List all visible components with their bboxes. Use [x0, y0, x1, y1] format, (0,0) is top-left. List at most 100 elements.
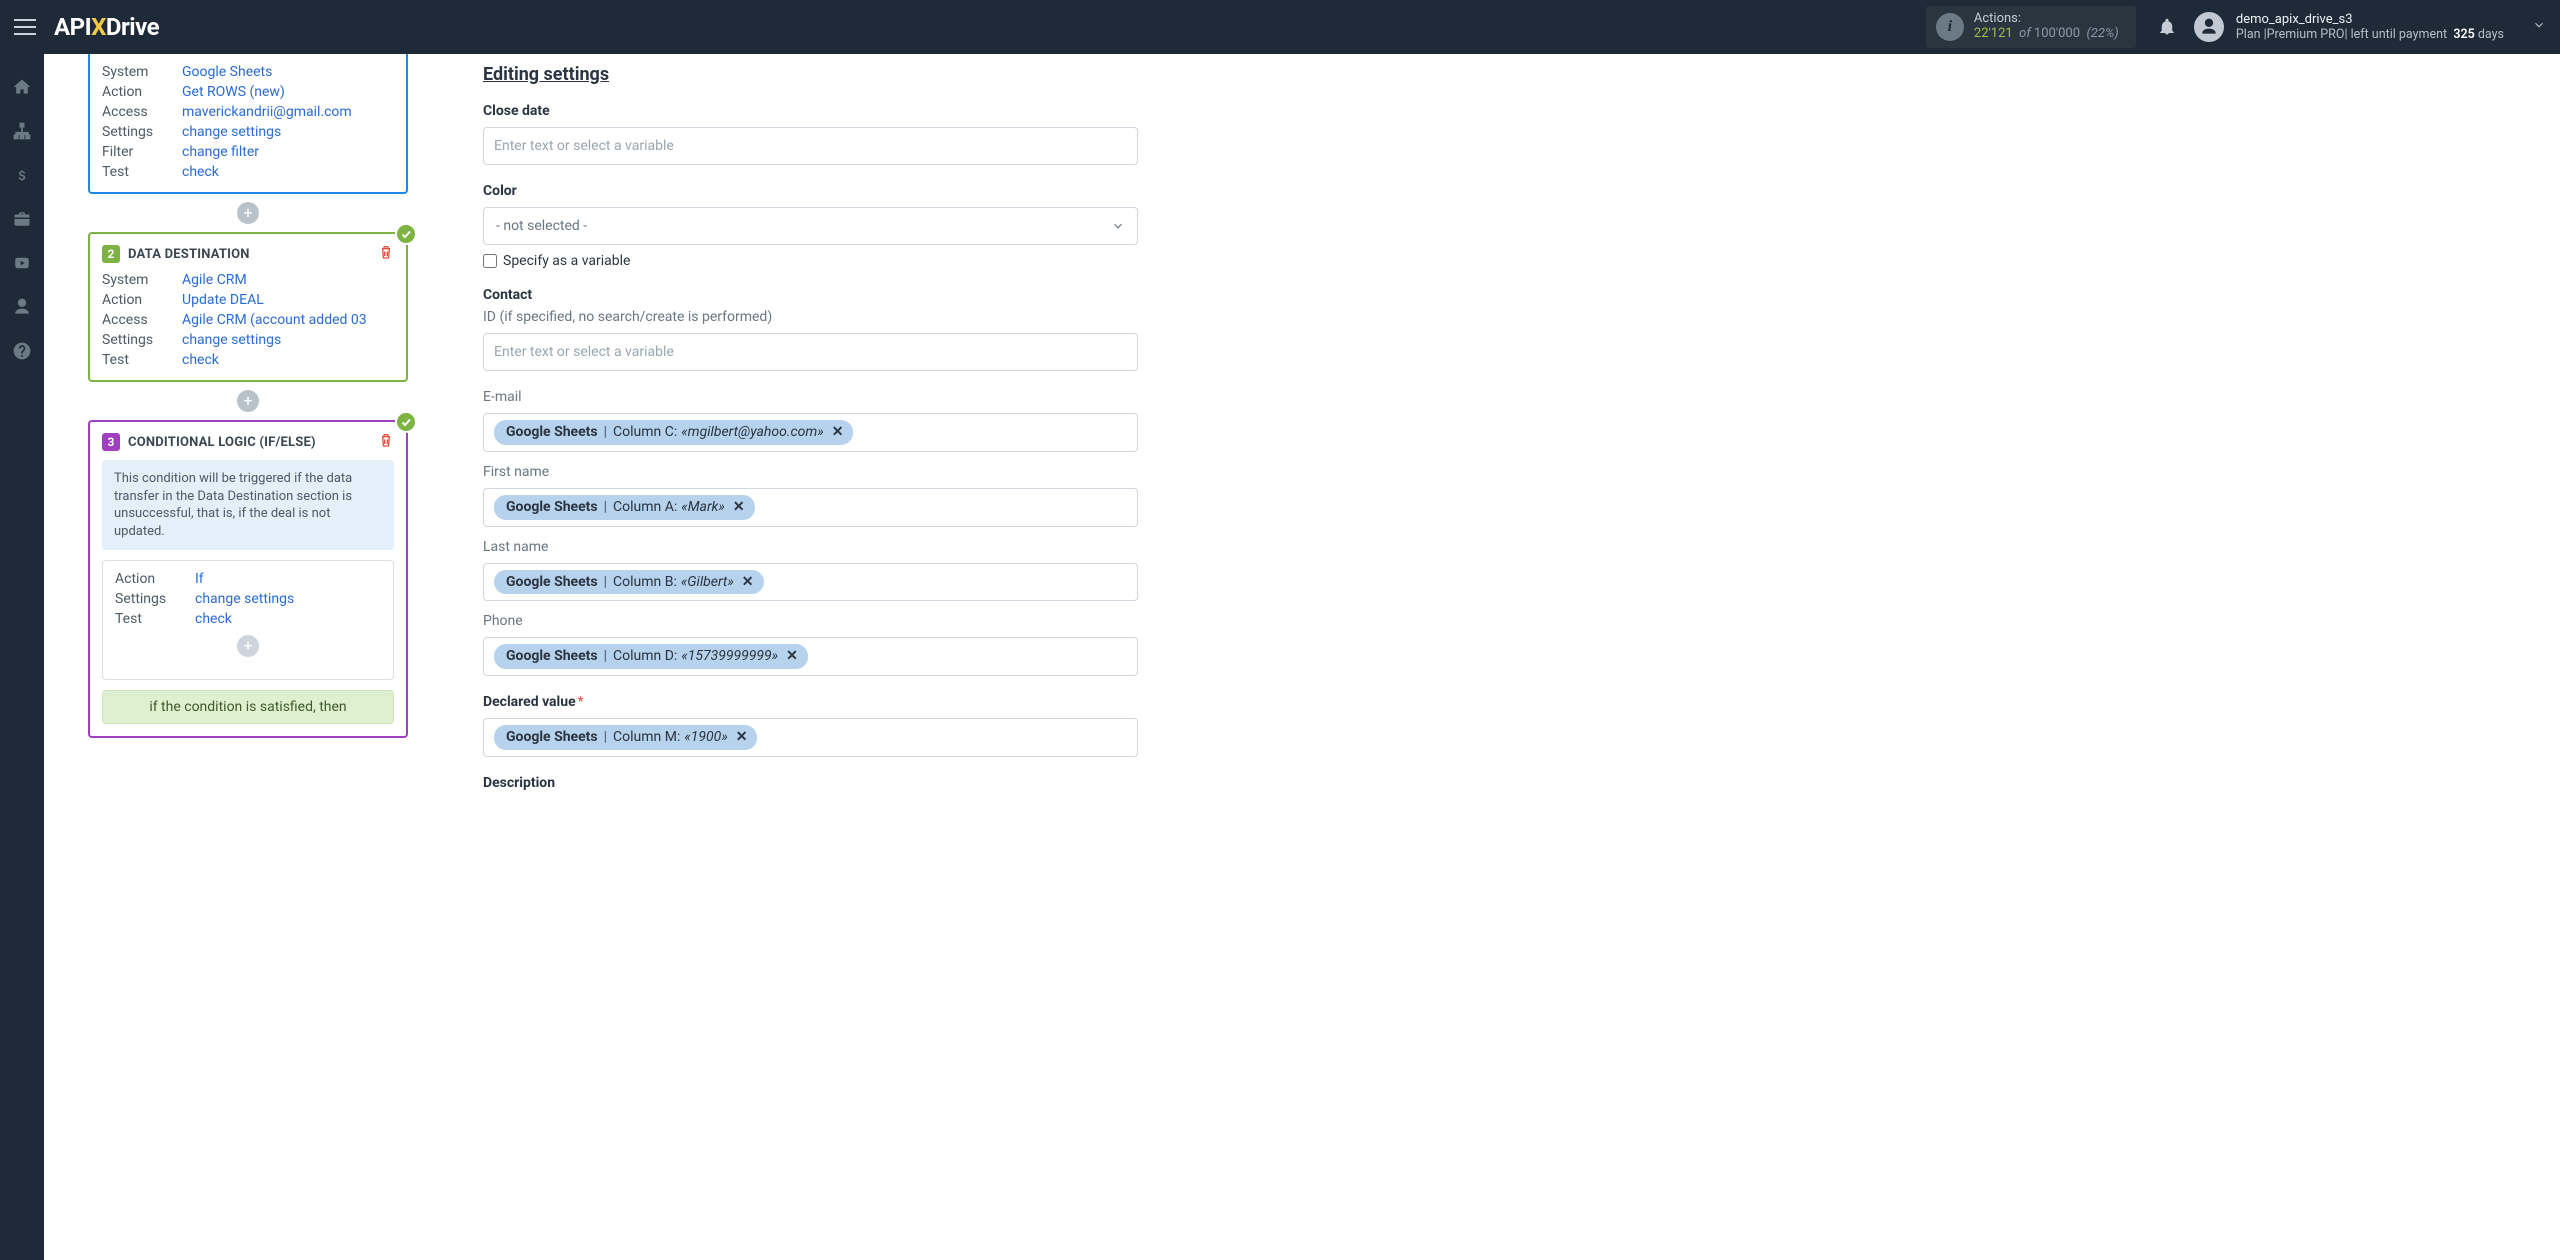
dollar-icon[interactable]	[11, 164, 33, 186]
email-label: E-mail	[483, 389, 1138, 405]
kv-key: Settings	[115, 591, 195, 607]
user-text: demo_apix_drive_s3 Plan |Premium PRO| le…	[2236, 12, 2504, 43]
contact-id-label: ID (if specified, no search/create is pe…	[483, 309, 1138, 325]
add-step-button[interactable]: +	[237, 390, 259, 412]
chip-value: «Gilbert»	[681, 574, 734, 591]
chip-remove-icon[interactable]: ✕	[784, 648, 800, 665]
logo-text-drive: Drive	[106, 13, 159, 41]
chip-source: Google Sheets	[506, 648, 598, 665]
kv-key: System	[102, 272, 182, 288]
phone-input[interactable]: Google Sheets| Column D: «15739999999» ✕	[483, 637, 1138, 676]
declared-value-label: Declared value*	[483, 694, 1138, 710]
variable-chip[interactable]: Google Sheets| Column C: «mgilbert@yahoo…	[494, 420, 853, 445]
variable-chip[interactable]: Google Sheets| Column A: «Mark» ✕	[494, 495, 755, 520]
step-card-conditional: 3 CONDITIONAL LOGIC (IF/ELSE) This condi…	[88, 420, 408, 738]
home-icon[interactable]	[11, 76, 33, 98]
close-date-input[interactable]	[483, 127, 1138, 165]
dest-system-link[interactable]: Agile CRM	[182, 272, 394, 288]
add-inner-step-button[interactable]: +	[237, 635, 259, 657]
add-step-button[interactable]: +	[237, 202, 259, 224]
contact-section-label: Contact	[483, 287, 1138, 303]
delete-step-icon[interactable]	[378, 432, 394, 452]
logo-x: X	[91, 13, 106, 41]
contact-id-input[interactable]	[483, 333, 1138, 371]
dest-access-link[interactable]: Agile CRM (account added 03	[182, 312, 394, 328]
side-nav	[0, 54, 44, 1260]
chip-remove-icon[interactable]: ✕	[830, 424, 846, 441]
chip-column: Column A:	[613, 499, 677, 516]
topbar: APIXDrive i Actions: 22'121 of 100'000 (…	[0, 0, 2560, 54]
color-label: Color	[483, 183, 1138, 199]
kv-key: Test	[102, 164, 182, 180]
firstname-input[interactable]: Google Sheets| Column A: «Mark» ✕	[483, 488, 1138, 527]
info-icon: i	[1936, 13, 1964, 41]
source-access-link[interactable]: maverickandrii@gmail.com	[182, 104, 394, 120]
chip-source: Google Sheets	[506, 424, 598, 441]
plan-line: Plan |Premium PRO| left until payment 32…	[2236, 27, 2504, 42]
user-icon[interactable]	[11, 296, 33, 318]
dest-settings-link[interactable]: change settings	[182, 332, 394, 348]
actions-value: 22'121 of 100'000 (22%)	[1974, 27, 2119, 42]
cond-action-link[interactable]: If	[195, 571, 381, 587]
chip-remove-icon[interactable]: ✕	[731, 499, 747, 516]
actions-label: Actions:	[1974, 12, 2119, 27]
chip-column: Column M:	[613, 729, 680, 746]
help-icon[interactable]	[11, 340, 33, 362]
source-action-link[interactable]: Get ROWS (new)	[182, 84, 394, 100]
step-number-badge: 2	[102, 245, 120, 263]
kv-key: Action	[102, 84, 182, 100]
chevron-down-icon[interactable]	[2532, 18, 2546, 36]
firstname-label: First name	[483, 464, 1138, 480]
lastname-input[interactable]: Google Sheets| Column B: «Gilbert» ✕	[483, 563, 1138, 602]
variable-chip[interactable]: Google Sheets| Column M: «1900» ✕	[494, 725, 757, 750]
chip-source: Google Sheets	[506, 574, 598, 591]
source-settings-link[interactable]: change settings	[182, 124, 394, 140]
dest-action-link[interactable]: Update DEAL	[182, 292, 394, 308]
phone-label: Phone	[483, 613, 1138, 629]
hamburger-menu[interactable]	[14, 19, 36, 35]
chip-value: «1900»	[684, 729, 727, 746]
chip-remove-icon[interactable]: ✕	[734, 729, 750, 746]
kv-key: Test	[102, 352, 182, 368]
actions-counter[interactable]: i Actions: 22'121 of 100'000 (22%)	[1926, 6, 2136, 48]
cond-test-link[interactable]: check	[195, 611, 381, 627]
briefcase-icon[interactable]	[11, 208, 33, 230]
email-input[interactable]: Google Sheets| Column C: «mgilbert@yahoo…	[483, 413, 1138, 452]
close-date-label: Close date	[483, 103, 1138, 119]
declared-value-input[interactable]: Google Sheets| Column M: «1900» ✕	[483, 718, 1138, 757]
avatar-icon	[2194, 12, 2224, 42]
chip-remove-icon[interactable]: ✕	[740, 574, 756, 591]
youtube-icon[interactable]	[11, 252, 33, 274]
source-filter-link[interactable]: change filter	[182, 144, 394, 160]
kv-key: Test	[115, 611, 195, 627]
kv-key: Action	[115, 571, 195, 587]
specify-var-label: Specify as a variable	[503, 253, 630, 269]
specify-as-variable-checkbox[interactable]: Specify as a variable	[483, 253, 1138, 269]
variable-chip[interactable]: Google Sheets| Column B: «Gilbert» ✕	[494, 570, 764, 595]
chip-column: Column D:	[613, 648, 677, 665]
sitemap-icon[interactable]	[11, 120, 33, 142]
specify-var-input[interactable]	[483, 254, 497, 268]
logo[interactable]: APIXDrive	[54, 13, 159, 41]
close-date-field[interactable]	[494, 134, 1127, 158]
logo-text-api: API	[54, 13, 91, 41]
check-icon	[395, 411, 417, 433]
kv-key: Settings	[102, 332, 182, 348]
contact-id-field[interactable]	[494, 340, 1127, 364]
chip-column: Column C:	[613, 424, 677, 441]
variable-chip[interactable]: Google Sheets| Column D: «15739999999» ✕	[494, 644, 808, 669]
dest-test-link[interactable]: check	[182, 352, 394, 368]
form-title: Editing settings	[483, 64, 1138, 85]
source-test-link[interactable]: check	[182, 164, 394, 180]
user-menu[interactable]: demo_apix_drive_s3 Plan |Premium PRO| le…	[2194, 12, 2546, 43]
page: System Google Sheets Action Get ROWS (ne…	[44, 54, 2560, 1260]
kv-key: Access	[102, 104, 182, 120]
step-title: DATA DESTINATION	[128, 247, 250, 262]
delete-step-icon[interactable]	[378, 244, 394, 264]
source-system-link[interactable]: Google Sheets	[182, 64, 394, 80]
cond-settings-link[interactable]: change settings	[195, 591, 381, 607]
color-select[interactable]: - not selected -	[483, 207, 1138, 245]
settings-form: Editing settings Close date Color - not …	[418, 54, 1138, 1260]
notifications-bell-icon[interactable]	[2158, 17, 2176, 37]
chip-value: «mgilbert@yahoo.com»	[681, 424, 823, 441]
